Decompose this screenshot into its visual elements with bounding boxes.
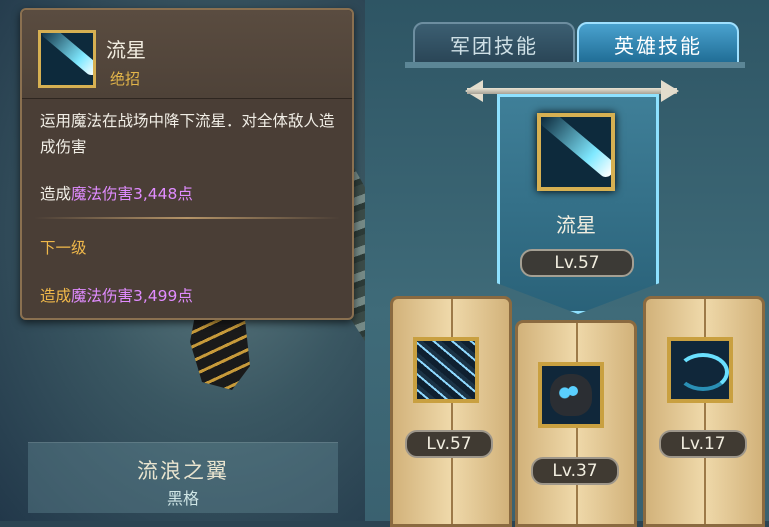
tooltip-divider bbox=[34, 217, 340, 219]
tooltip-skill-type: 绝招 bbox=[110, 70, 141, 88]
wind-swirl-icon[interactable] bbox=[667, 337, 733, 403]
arrow-right-icon bbox=[661, 80, 679, 102]
tab-hero-skills[interactable]: 英雄技能 bbox=[577, 22, 739, 66]
feather-burst-icon[interactable] bbox=[413, 337, 479, 403]
banner-rod bbox=[467, 88, 677, 94]
skill-panel: 军团技能 英雄技能 流星 Lv.57 Lv.57 Lv.37 Lv.17 bbox=[365, 0, 769, 527]
armored-leg-artwork bbox=[190, 310, 250, 390]
tooltip-skill-name: 流星 bbox=[106, 38, 146, 62]
tab-army-skills[interactable]: 军团技能 bbox=[413, 22, 575, 66]
tab-underline bbox=[405, 62, 745, 68]
meteor-skill-icon[interactable] bbox=[537, 113, 615, 191]
next-damage-line: 造成魔法伤害3,499点 bbox=[40, 284, 193, 306]
character-nameplate: 流浪之翼 黑格 bbox=[28, 442, 338, 513]
skill-level-3: Lv.17 bbox=[659, 430, 747, 458]
current-damage-prefix: 造成 bbox=[40, 185, 72, 203]
next-damage-value: 魔法伤害3,499点 bbox=[71, 287, 193, 305]
skill-tooltip: 流星 绝招 运用魔法在战场中降下流星．对全体敌人造成伤害 造成魔法伤害3,448… bbox=[20, 8, 354, 320]
skill-level-2: Lv.37 bbox=[531, 457, 619, 485]
featured-skill-name: 流星 bbox=[556, 213, 596, 237]
character-name: 流浪之翼 bbox=[137, 459, 229, 483]
current-damage-value: 魔法伤害3,448点 bbox=[71, 185, 193, 203]
tooltip-header: 流星 绝招 bbox=[22, 10, 352, 99]
next-damage-prefix: 造成 bbox=[40, 287, 72, 305]
tooltip-description: 运用魔法在战场中降下流星．对全体敌人造成伤害 bbox=[40, 112, 335, 156]
meteor-skill-icon bbox=[38, 30, 96, 88]
next-level-label: 下一级 bbox=[40, 239, 87, 257]
skill-level-1: Lv.57 bbox=[405, 430, 493, 458]
skill-book-1[interactable] bbox=[390, 296, 512, 527]
owl-icon[interactable] bbox=[538, 362, 604, 428]
featured-skill-level: Lv.57 bbox=[520, 249, 634, 277]
current-damage-line: 造成魔法伤害3,448点 bbox=[40, 182, 193, 204]
skill-book-3[interactable] bbox=[643, 296, 765, 527]
character-subtitle: 黑格 bbox=[166, 489, 199, 508]
